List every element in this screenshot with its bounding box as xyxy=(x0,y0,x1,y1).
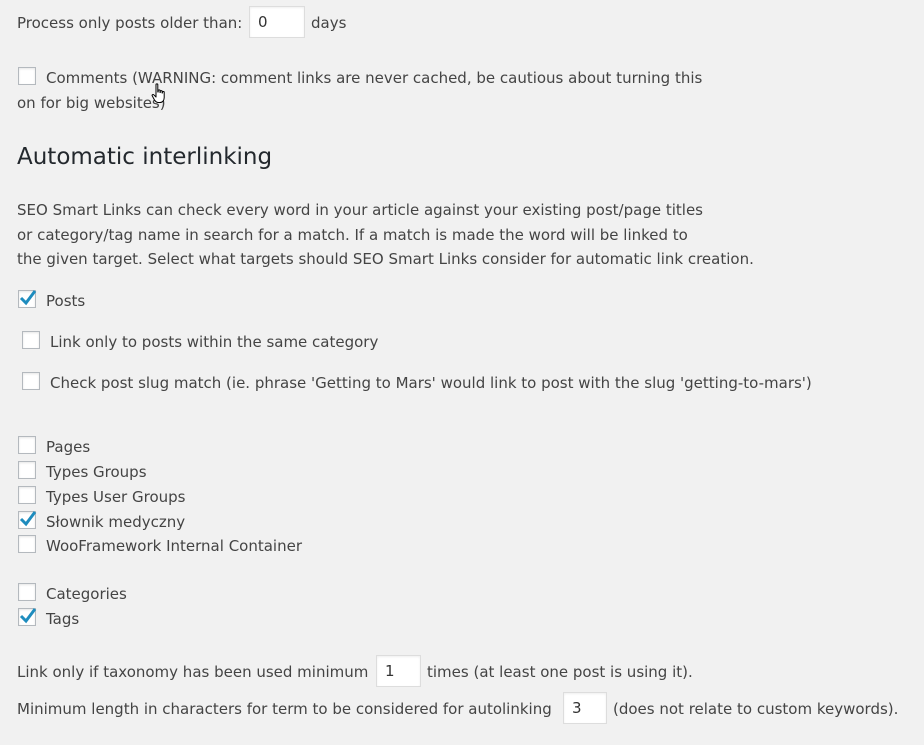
post-type-label-wooframework: WooFramework Internal Container xyxy=(46,537,302,555)
post-type-checkbox-types-groups[interactable] xyxy=(18,461,36,479)
description-line: the given target. Select what targets sh… xyxy=(17,250,754,268)
min-usage-suffix: times (at least one post is using it). xyxy=(427,663,693,681)
checkmark-icon xyxy=(19,608,37,624)
section-heading-automatic-interlinking: Automatic interlinking xyxy=(17,144,273,170)
min-length-suffix: (does not relate to custom keywords). xyxy=(613,700,899,718)
post-type-label-slownik-medyczny: Słownik medyczny xyxy=(46,513,186,531)
post-type-checkbox-wooframework[interactable] xyxy=(18,535,36,553)
taxonomy-checkbox-tags[interactable] xyxy=(18,608,37,626)
interlinking-description: SEO Smart Links can check every word in … xyxy=(17,198,754,272)
comments-checkbox[interactable] xyxy=(18,67,36,85)
same-category-checkbox[interactable] xyxy=(22,331,40,349)
taxonomy-checkbox-categories[interactable] xyxy=(18,583,36,601)
post-type-label-types-groups: Types Groups xyxy=(46,463,147,481)
post-type-label-types-user-groups: Types User Groups xyxy=(46,488,186,506)
comments-label-line1: Comments (WARNING: comment links are nev… xyxy=(46,69,703,87)
comments-label-line2: on for big websites) xyxy=(17,94,166,112)
post-type-checkbox-pages[interactable] xyxy=(18,436,36,454)
hand-pointer-cursor-icon xyxy=(151,83,165,103)
same-category-label: Link only to posts within the same categ… xyxy=(50,333,379,351)
min-length-input[interactable] xyxy=(563,692,607,724)
min-usage-input[interactable] xyxy=(376,655,421,687)
older-than-unit: days xyxy=(311,14,347,32)
post-type-checkbox-slownik-medyczny[interactable] xyxy=(18,511,37,529)
taxonomy-label-tags: Tags xyxy=(46,610,80,628)
post-type-label-pages: Pages xyxy=(46,438,91,456)
posts-checkbox[interactable] xyxy=(18,290,37,308)
older-than-label: Process only posts older than: xyxy=(17,14,243,32)
min-usage-label: Link only if taxonomy has been used mini… xyxy=(17,663,369,681)
post-type-checkbox-types-user-groups[interactable] xyxy=(18,486,36,504)
description-line: SEO Smart Links can check every word in … xyxy=(17,201,703,219)
checkmark-icon xyxy=(19,511,37,527)
checkmark-icon xyxy=(19,290,37,306)
posts-label: Posts xyxy=(46,292,86,310)
taxonomy-label-categories: Categories xyxy=(46,585,127,603)
older-than-days-input[interactable] xyxy=(249,6,305,38)
slug-match-checkbox[interactable] xyxy=(22,372,40,390)
min-length-label: Minimum length in characters for term to… xyxy=(17,700,552,718)
description-line: or category/tag name in search for a mat… xyxy=(17,225,688,244)
slug-match-label: Check post slug match (ie. phrase 'Getti… xyxy=(50,374,812,392)
